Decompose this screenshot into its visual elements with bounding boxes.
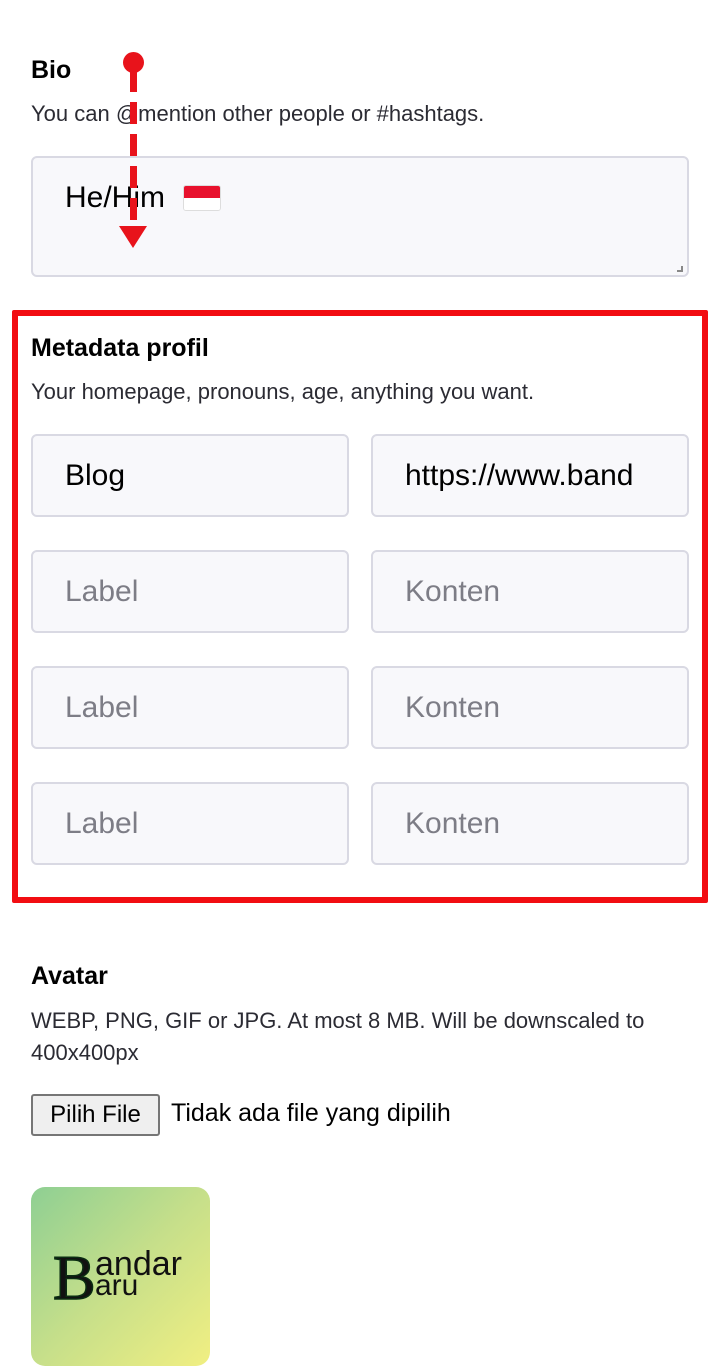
logo-line2: aru bbox=[95, 1269, 138, 1302]
metadata-label-input-4[interactable]: Label bbox=[31, 782, 349, 865]
bio-hint: You can @mention other people or #hashta… bbox=[31, 101, 485, 126]
logo-letter-b: B bbox=[53, 1242, 96, 1313]
bio-value: He/Him bbox=[65, 181, 166, 215]
metadata-label-input-3[interactable]: Label bbox=[31, 666, 349, 749]
indonesia-flag-icon bbox=[183, 185, 222, 212]
metadata-label-input-1[interactable]: Blog bbox=[31, 434, 349, 517]
metadata-hint: Your homepage, pronouns, age, anything y… bbox=[31, 379, 535, 404]
annotation-arrow-head bbox=[119, 226, 147, 248]
bandar-baru-logo: B andar aru bbox=[52, 1241, 182, 1314]
metadata-content-input-4[interactable]: Konten bbox=[371, 782, 689, 865]
metadata-title: Metadata profil bbox=[31, 334, 209, 362]
choose-file-button[interactable]: Pilih File bbox=[31, 1094, 160, 1136]
avatar-title: Avatar bbox=[31, 962, 108, 990]
metadata-label-input-2[interactable]: Label bbox=[31, 550, 349, 633]
avatar-hint: WEBP, PNG, GIF or JPG. At most 8 MB. Wil… bbox=[31, 1008, 645, 1065]
metadata-content-input-1[interactable]: https://www.band bbox=[371, 434, 689, 517]
annotation-arrow-line bbox=[130, 70, 137, 228]
metadata-content-input-2[interactable]: Konten bbox=[371, 550, 689, 633]
resize-grip-icon[interactable] bbox=[677, 266, 683, 272]
bio-title: Bio bbox=[31, 56, 72, 84]
profile-edit-page: Bio You can @mention other people or #ha… bbox=[0, 0, 720, 1368]
file-status: Tidak ada file yang dipilih bbox=[171, 1099, 451, 1127]
avatar-preview: B andar aru bbox=[31, 1187, 210, 1366]
metadata-content-input-3[interactable]: Konten bbox=[371, 666, 689, 749]
